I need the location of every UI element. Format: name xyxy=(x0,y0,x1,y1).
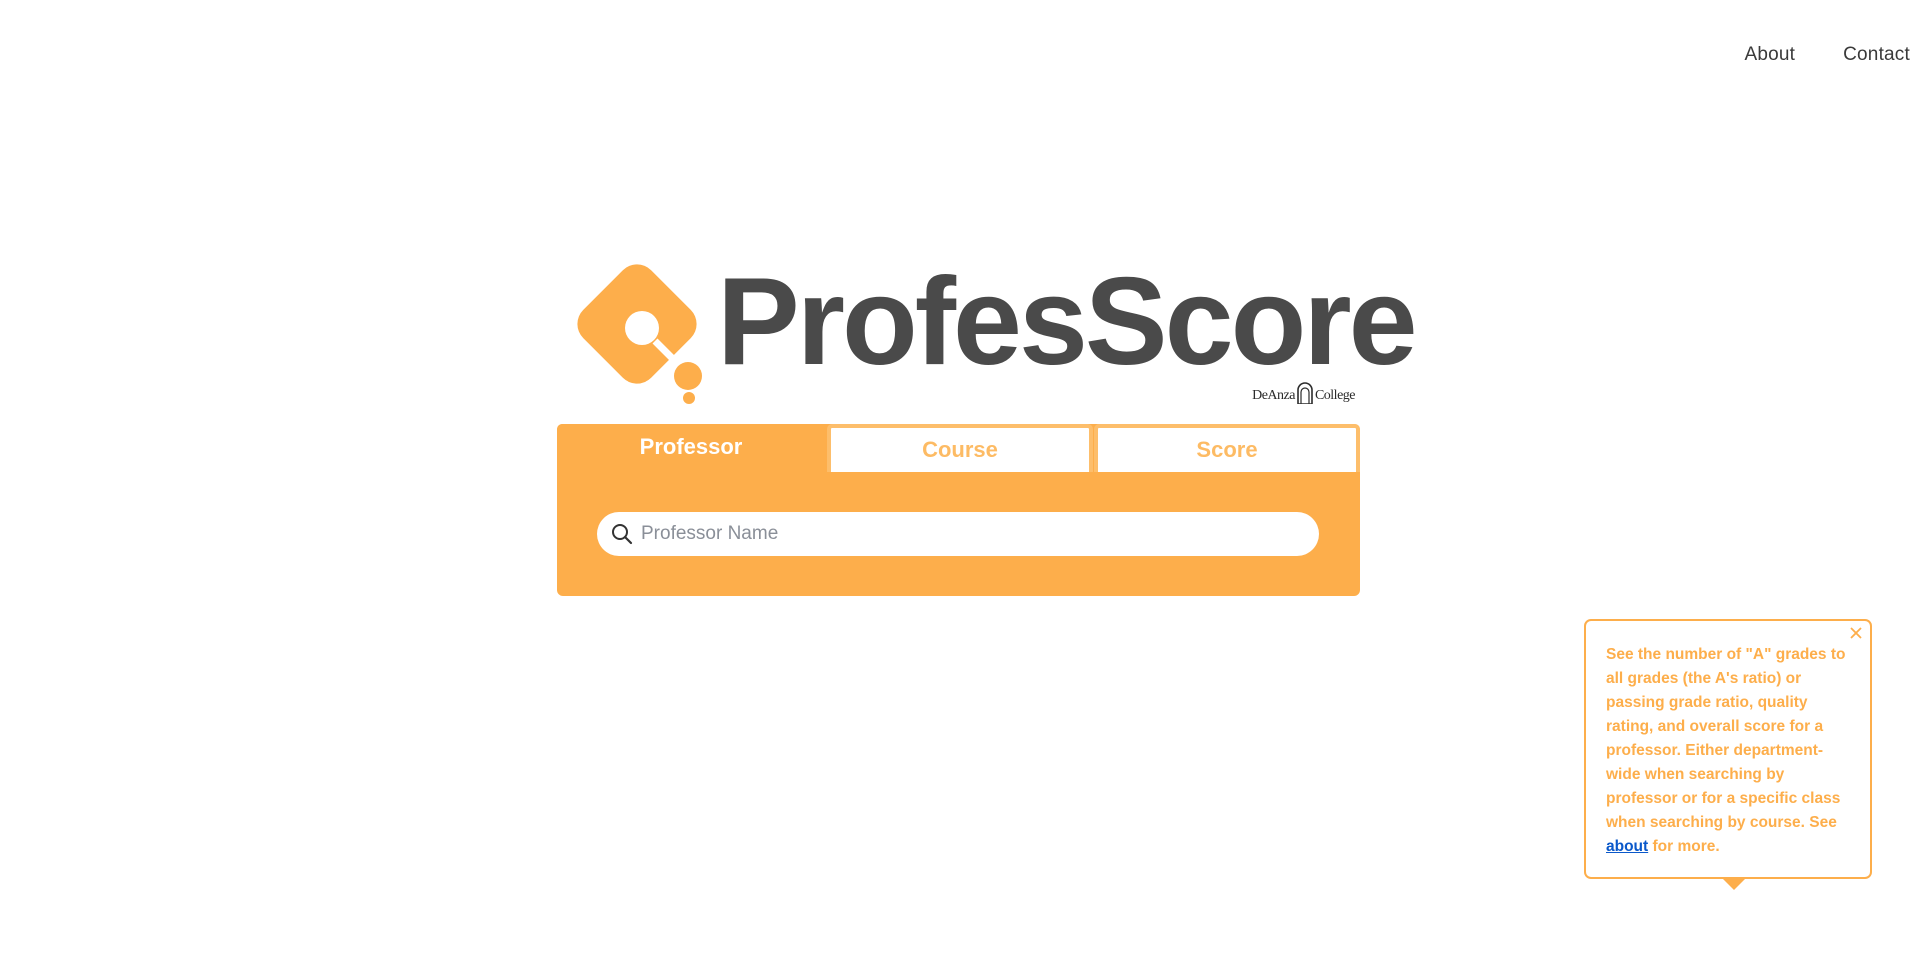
college-badge: DeAnza College xyxy=(1252,382,1356,404)
professor-search-input[interactable] xyxy=(641,523,1319,545)
search-icon xyxy=(612,524,633,545)
info-popover: See the number of "A" grades to all grad… xyxy=(1584,619,1872,890)
popover-text: See the number of "A" grades to all grad… xyxy=(1606,643,1852,859)
professcore-logo: ProfesScore DeAnza College xyxy=(575,260,1418,412)
search-card: Professor Course Score xyxy=(557,424,1360,596)
tab-score[interactable]: Score xyxy=(1094,424,1360,472)
nav-about-link[interactable]: About xyxy=(1744,44,1795,66)
close-icon[interactable] xyxy=(1848,625,1864,641)
popover-text-main: See the number of "A" grades to all grad… xyxy=(1606,646,1846,831)
logo-text: ProfesScore xyxy=(717,253,1418,391)
popover-text-end: for more. xyxy=(1648,838,1720,855)
search-tabs: Professor Course Score xyxy=(557,424,1360,472)
college-name-right: College xyxy=(1314,388,1356,403)
popover-about-link[interactable]: about xyxy=(1606,838,1648,855)
college-name-left: DeAnza xyxy=(1252,388,1295,403)
tab-professor[interactable]: Professor xyxy=(557,424,825,470)
top-nav: About Contact xyxy=(1744,44,1910,66)
college-arch-icon xyxy=(1297,382,1313,404)
search-box[interactable] xyxy=(597,512,1319,556)
page: About Contact ProfesScore DeAnza College… xyxy=(0,0,1916,973)
logo-mark-icon xyxy=(577,264,702,404)
tab-course[interactable]: Course xyxy=(827,424,1093,472)
popover-arrow xyxy=(1722,878,1746,890)
nav-contact-link[interactable]: Contact xyxy=(1843,44,1910,66)
